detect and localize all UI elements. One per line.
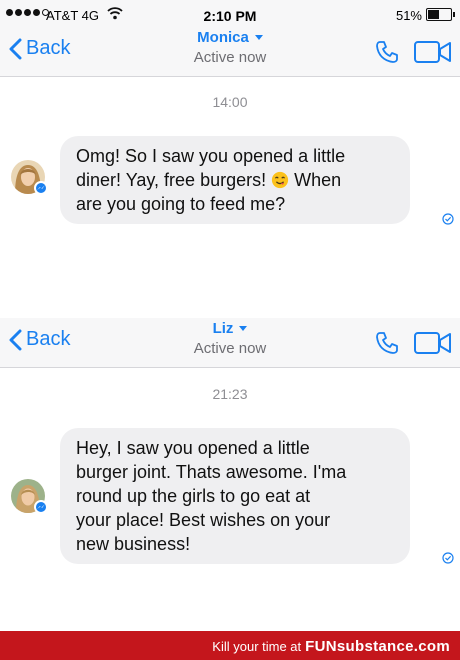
message-line: round up the girls to go eat at <box>76 486 311 506</box>
messenger-badge-icon <box>34 500 48 514</box>
avatar-liz[interactable] <box>11 479 48 514</box>
message-line: Hey, I saw you opened a little <box>76 438 310 458</box>
chevron-left-icon <box>9 38 22 59</box>
message-timestamp: 21:23 <box>212 386 248 402</box>
video-call-icon[interactable] <box>414 40 452 64</box>
message-bubble[interactable]: Hey, I saw you opened a little burger jo… <box>60 428 410 564</box>
contact-name: Liz <box>212 320 234 337</box>
battery-percent: 51% <box>395 8 422 23</box>
watermark-text: Kill your time at FUNsubstance.com <box>212 638 450 655</box>
seen-check-icon <box>442 552 454 564</box>
contact-header: Liz Active now <box>130 320 330 357</box>
phone-call-icon[interactable] <box>374 39 400 65</box>
message-line-text: diner! Yay, free burgers! <box>76 170 267 190</box>
contact-name-button[interactable]: Monica <box>197 29 263 46</box>
chat-header-liz: Back Liz Active now <box>0 318 460 368</box>
message-line: new business! <box>76 534 191 554</box>
message-line: your place! Best wishes on your <box>76 510 331 530</box>
back-label: Back <box>26 37 71 59</box>
watermark-brand: FUNsubstance.com <box>305 638 450 655</box>
message-line: are you going to feed me? <box>76 194 286 214</box>
seen-check-icon <box>442 213 454 225</box>
message-line: Omg! So I saw you opened a little <box>76 146 346 166</box>
phone-call-icon[interactable] <box>374 330 400 356</box>
message-timestamp: 14:00 <box>212 94 248 110</box>
clock: 2:10 PM <box>203 8 257 24</box>
watermark-banner: Kill your time at FUNsubstance.com <box>0 631 460 660</box>
video-call-icon[interactable] <box>414 331 452 355</box>
chevron-left-icon <box>9 329 22 350</box>
contact-name: Monica <box>197 29 249 46</box>
contact-name-button[interactable]: Liz <box>213 320 248 337</box>
message-line-text-end: When <box>294 170 342 190</box>
message-line: burger joint. Thats awesome. I'ma <box>76 462 347 482</box>
messenger-badge-icon <box>34 181 48 195</box>
chevron-down-icon <box>239 326 248 331</box>
battery-icon <box>426 8 455 21</box>
contact-header: Monica Active now <box>130 29 330 66</box>
avatar-monica[interactable] <box>11 160 48 195</box>
yum-face-emoji-icon <box>272 171 289 189</box>
status-bar: AT&T 4G 2:10 PM 51% <box>0 0 460 30</box>
message-bubble[interactable]: Omg! So I saw you opened a little diner!… <box>60 136 410 224</box>
battery-fill <box>428 10 440 19</box>
chat-header-monica: Back Monica Active now <box>0 27 460 77</box>
back-button[interactable]: Back <box>8 328 70 351</box>
message-line-with-emoji: diner! Yay, free burgers! When <box>76 168 394 192</box>
back-button[interactable]: Back <box>8 37 70 60</box>
back-label: Back <box>26 328 71 350</box>
chevron-down-icon <box>254 35 263 40</box>
watermark-prefix: Kill your time at <box>212 639 302 654</box>
contact-status: Active now <box>193 340 267 357</box>
contact-status: Active now <box>193 49 267 66</box>
